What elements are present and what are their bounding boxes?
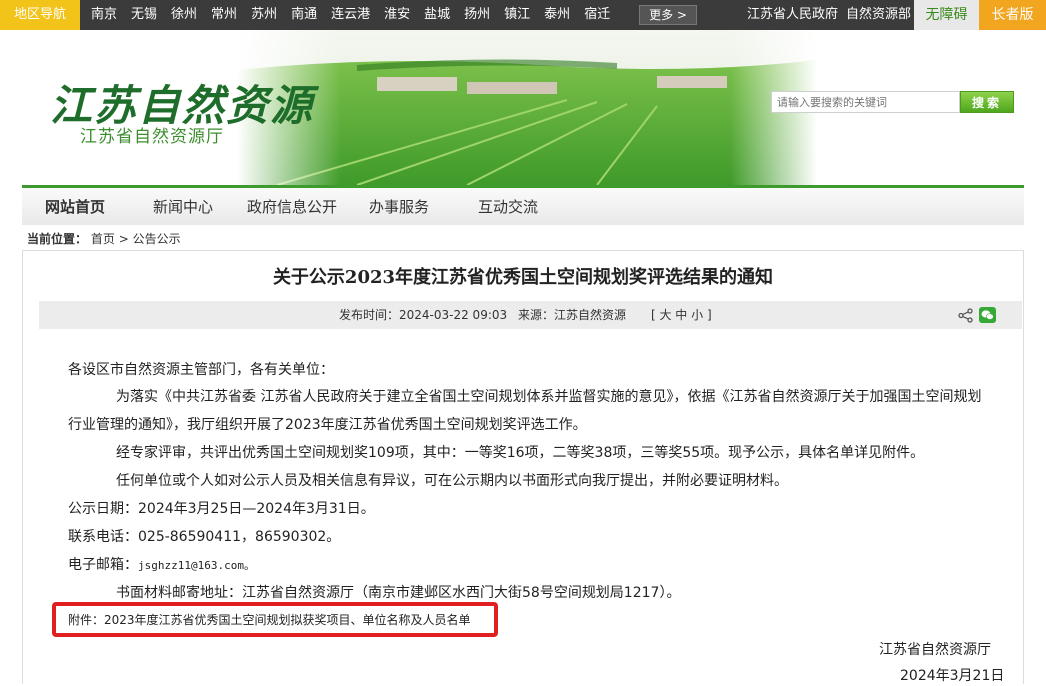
breadcrumb-home[interactable]: 首页	[91, 232, 115, 246]
breadcrumb-current[interactable]: 公告公示	[133, 232, 181, 246]
mailing-address: 书面材料邮寄地址：江苏省自然资源厅（南京市建邺区水西门大街58号空间规划局121…	[116, 585, 681, 601]
paragraph-1-line-1: 为落实《中共江苏省委 江苏省人民政府关于建立全省国土空间规划体系并监督实施的意见…	[116, 389, 982, 405]
site-banner: 江苏自然资源 江苏省自然资源厅 搜索	[22, 30, 1024, 185]
email-label: 电子邮箱：	[68, 557, 138, 573]
salutation: 各设区市自然资源主管部门，各有关单位：	[68, 362, 334, 378]
nav-item-services[interactable]: 办事服务	[369, 188, 429, 226]
article-panel: 关于公示2023年度江苏省优秀国土空间规划奖评选结果的通知 发布时间：2024-…	[22, 250, 1024, 684]
site-logo-subtitle: 江苏省自然资源厅	[80, 127, 224, 147]
share-icon[interactable]	[958, 308, 973, 323]
farmland-banner-image	[237, 30, 817, 185]
email-address[interactable]: jsghzz11@163.com。	[138, 559, 255, 572]
city-link[interactable]: 无锡	[124, 0, 164, 30]
font-size-switcher[interactable]: [ 大 中 小 ]	[651, 301, 712, 329]
city-link[interactable]: 苏州	[244, 0, 284, 30]
wechat-icon[interactable]	[979, 307, 996, 323]
city-links: 南京 无锡 徐州 常州 苏州 南通 连云港 淮安 盐城 扬州 镇江 泰州 宿迁	[84, 0, 617, 30]
gov-link[interactable]: 江苏省人民政府	[747, 0, 838, 30]
city-link[interactable]: 徐州	[164, 0, 204, 30]
publicity-period: 公示日期：2024年3月25日—2024年3月31日。	[68, 501, 375, 517]
region-nav-button[interactable]: 地区导航	[0, 0, 80, 30]
top-bar: 地区导航 南京 无锡 徐州 常州 苏州 南通 连云港 淮安 盐城 扬州 镇江 泰…	[0, 0, 1046, 30]
city-link[interactable]: 南京	[84, 0, 124, 30]
more-cities-button[interactable]: 更多 >	[639, 5, 697, 25]
attachment-link[interactable]: 附件：2023年度江苏省优秀国土空间规划拟获奖项目、单位名称及人员名单	[68, 611, 471, 628]
city-link[interactable]: 宿迁	[577, 0, 617, 30]
city-link[interactable]: 盐城	[417, 0, 457, 30]
paragraph-1-line-2: 行业管理的通知》，我厅组织开展了2023年度江苏省优秀国土空间规划奖评选工作。	[68, 417, 587, 433]
article-title: 关于公示2023年度江苏省优秀国土空间规划奖评选结果的通知	[272, 267, 774, 288]
city-link[interactable]: 南通	[284, 0, 324, 30]
nav-item-gov-info[interactable]: 政府信息公开	[247, 188, 337, 226]
paragraph-2: 经专家评审，共评出优秀国土空间规划奖109项，其中：一等奖16项，二等奖38项，…	[116, 445, 925, 461]
publish-time: 发布时间：2024-03-22 09:03	[339, 308, 508, 322]
city-link[interactable]: 扬州	[457, 0, 497, 30]
breadcrumb-separator: >	[118, 232, 129, 246]
city-link[interactable]: 淮安	[377, 0, 417, 30]
nav-item-news[interactable]: 新闻中心	[153, 188, 213, 226]
signature-date: 2024年3月21日	[900, 668, 1005, 684]
breadcrumb: 当前位置： 首页 > 公告公示	[27, 230, 181, 247]
city-link[interactable]: 镇江	[497, 0, 537, 30]
signature-org: 江苏省自然资源厅	[879, 642, 991, 658]
article-meta-bar: 发布时间：2024-03-22 09:03 来源：江苏自然资源 [ 大 中 小 …	[39, 301, 1022, 329]
breadcrumb-label: 当前位置：	[27, 232, 88, 246]
contact-phone: 联系电话：025-86590411，86590302。	[68, 529, 341, 545]
city-link[interactable]: 常州	[204, 0, 244, 30]
elder-mode-button[interactable]: 长者版	[979, 0, 1046, 30]
contact-email: 电子邮箱：jsghzz11@163.com。	[68, 555, 255, 576]
main-nav: 网站首页 新闻中心 政府信息公开 办事服务 互动交流	[22, 185, 1024, 225]
nav-item-interaction[interactable]: 互动交流	[478, 188, 538, 226]
city-link[interactable]: 泰州	[537, 0, 577, 30]
accessibility-button[interactable]: 无障碍	[914, 0, 979, 30]
nav-item-home[interactable]: 网站首页	[45, 188, 105, 226]
paragraph-3: 任何单位或个人如对公示人员及相关信息有异议，可在公示期内以书面形式向我厅提出，并…	[116, 473, 788, 489]
search-input[interactable]	[771, 91, 960, 113]
city-link[interactable]: 连云港	[324, 0, 377, 30]
article-source: 来源：江苏自然资源	[518, 308, 627, 322]
search-button[interactable]: 搜索	[960, 91, 1014, 113]
ministry-link[interactable]: 自然资源部	[846, 0, 911, 30]
